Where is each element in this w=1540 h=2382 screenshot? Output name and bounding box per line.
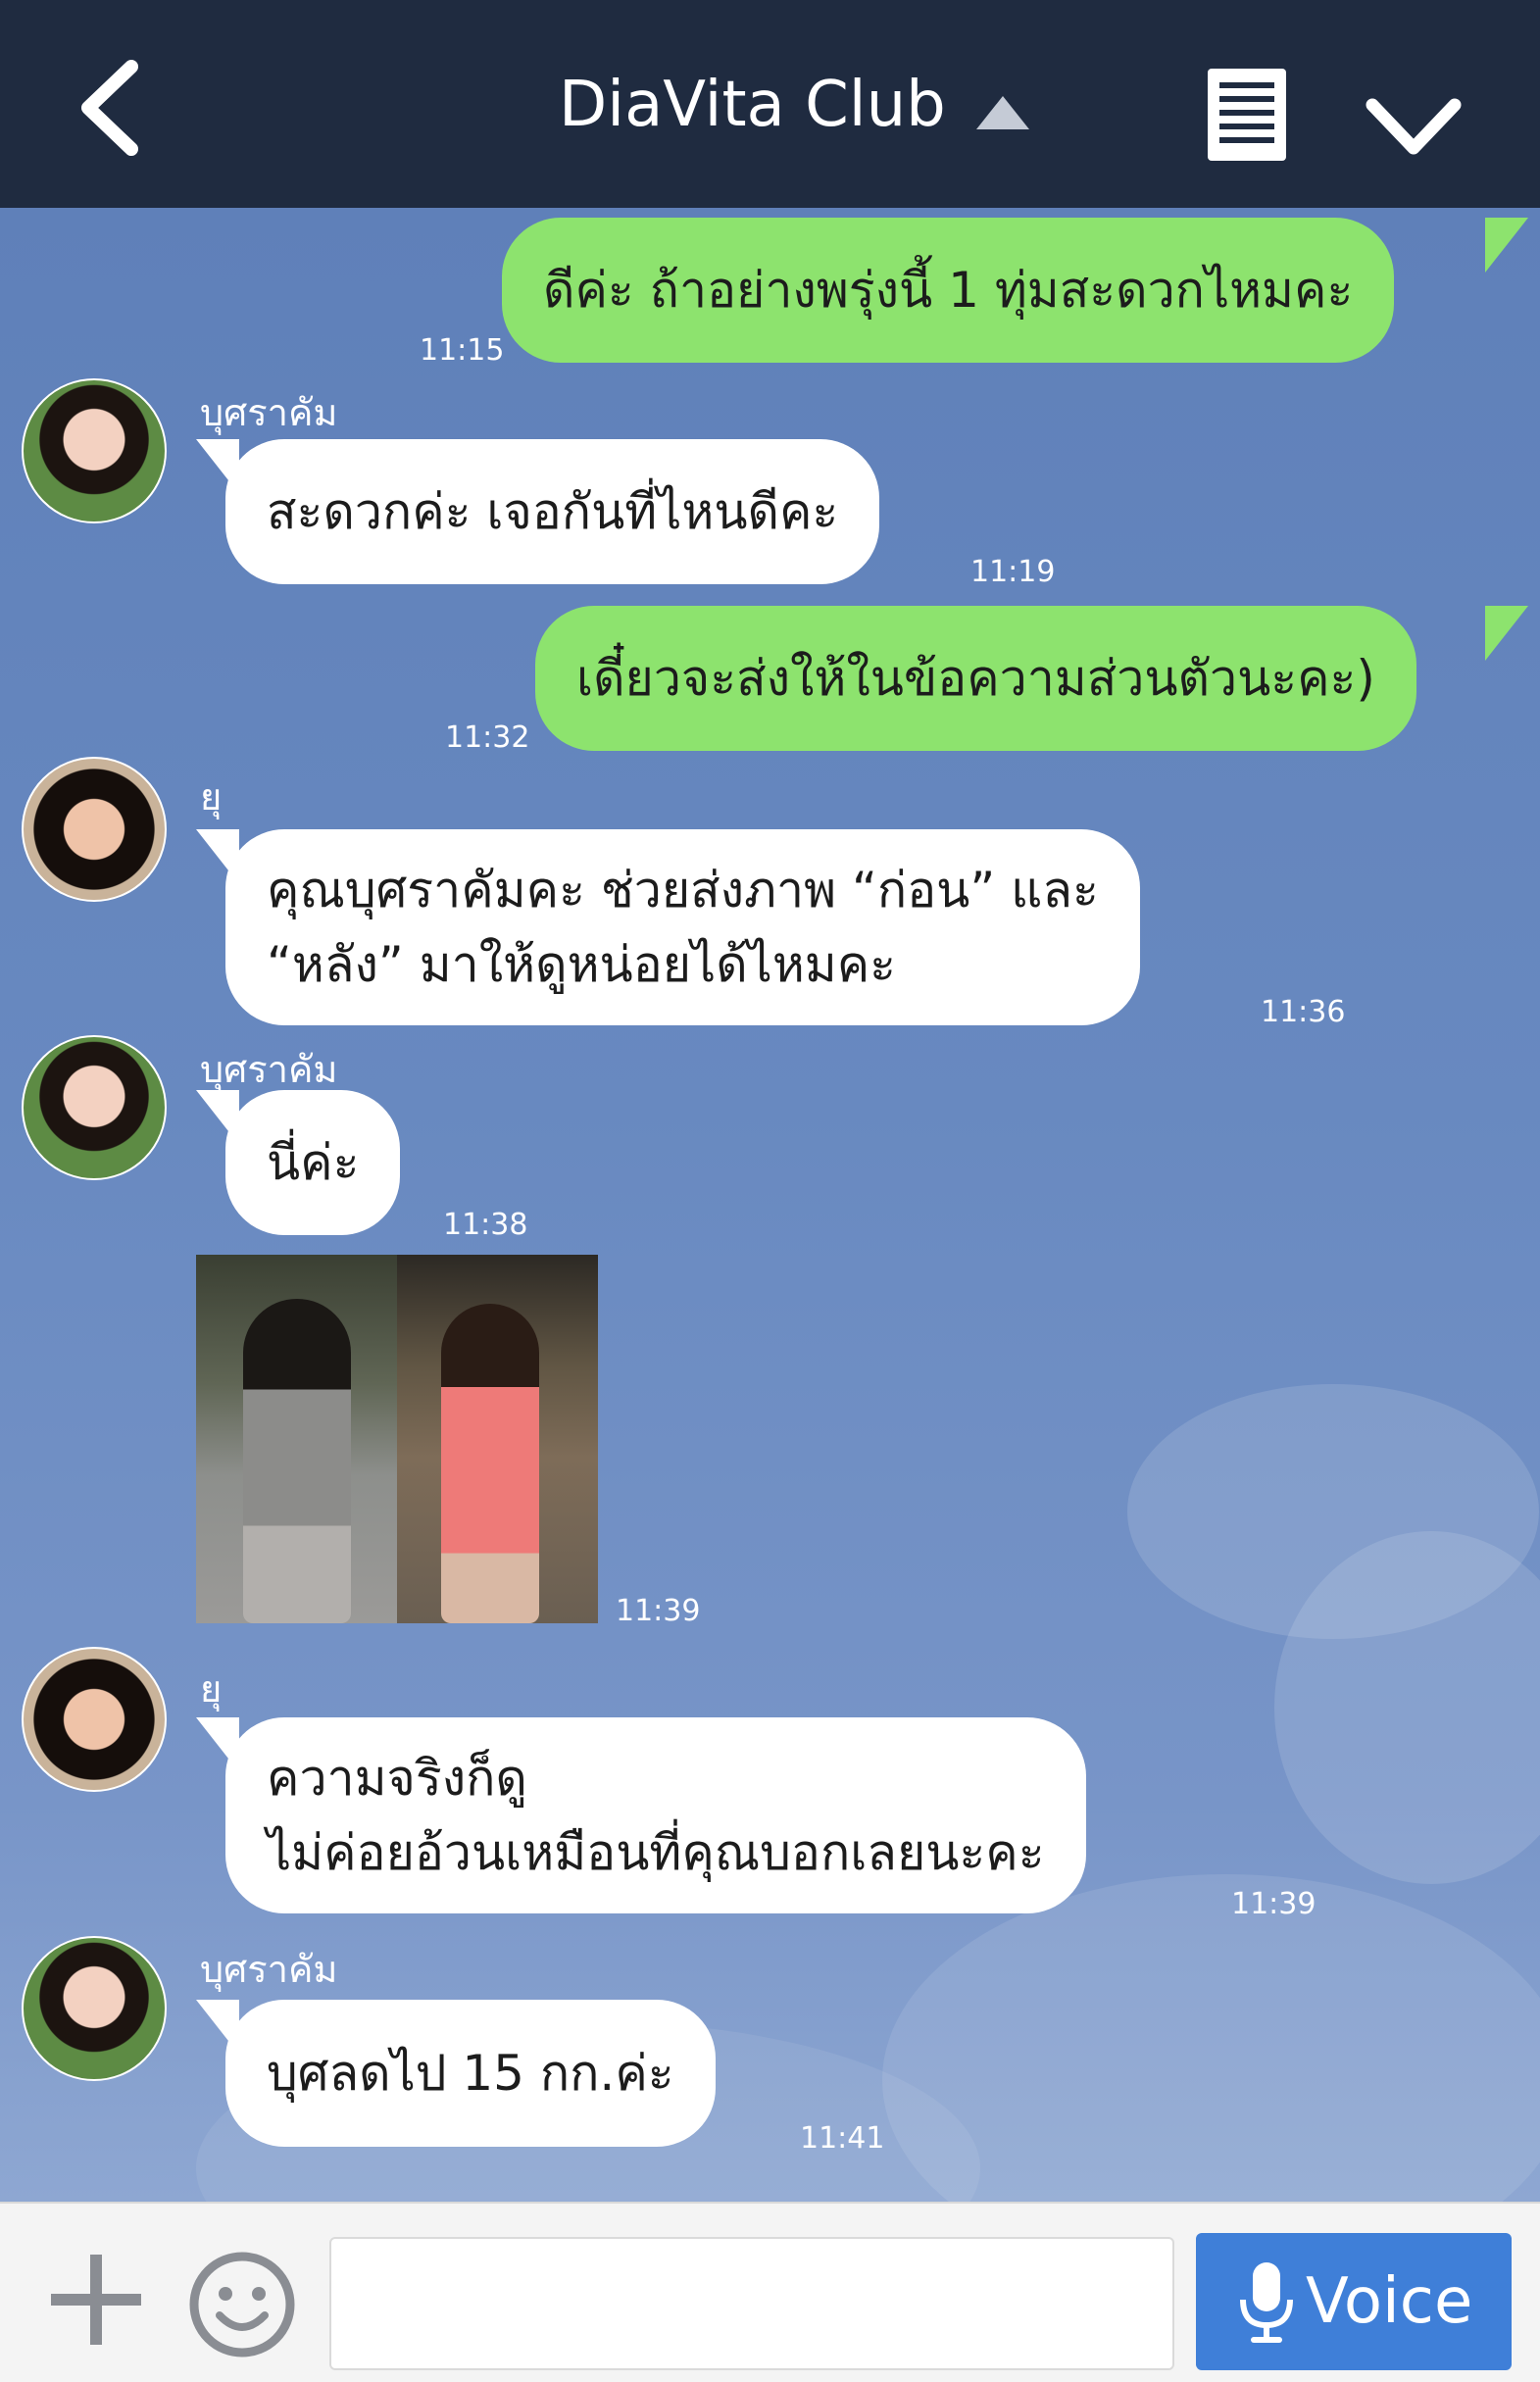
message-input[interactable] <box>329 2237 1174 2370</box>
bubble-tail <box>1485 218 1528 273</box>
outgoing-message[interactable]: ดีค่ะ ถ้าอย่างพรุ่งนี้ 1 ทุ่มสะดวกไหมคะ <box>502 218 1395 363</box>
message-time: 11:41 <box>800 2121 885 2156</box>
chat-title[interactable]: DiaVita Club <box>559 69 946 141</box>
message-text: เดี๋ยวจะส่งให้ในข้อความส่วนตัวนะคะ) <box>576 650 1375 707</box>
message-text-line: ไม่ค่อยอ้วนเหมือนที่คุณบอกเลยนะคะ <box>267 1824 1045 1881</box>
incoming-message[interactable]: คุณบุศราคัมคะ ช่วยส่งภาพ “ก่อน” และ “หลั… <box>225 829 1140 1025</box>
avatar[interactable] <box>22 1035 167 1180</box>
message-time: 11:32 <box>445 720 530 755</box>
title-arrow-up-icon[interactable] <box>976 96 1029 129</box>
avatar[interactable] <box>22 378 167 523</box>
message-text: สะดวกค่ะ เจอกันที่ไหนดีคะ <box>267 483 839 540</box>
avatar[interactable] <box>22 1936 167 2081</box>
message-time: 11:19 <box>970 555 1056 589</box>
message-time: 11:15 <box>420 333 505 368</box>
voice-button[interactable]: Voice <box>1196 2233 1512 2370</box>
message-text: นี่ค่ะ <box>267 1134 360 1191</box>
incoming-message[interactable]: ความจริงก็ดู ไม่ค่อยอ้วนเหมือนที่คุณบอกเ… <box>225 1717 1086 1913</box>
message-text-line: ความจริงก็ดู <box>267 1750 527 1807</box>
sender-name: ยุ <box>200 775 223 819</box>
incoming-message[interactable]: สะดวกค่ะ เจอกันที่ไหนดีคะ <box>225 439 880 584</box>
message-text: ดีค่ะ ถ้าอย่างพรุ่งนี้ 1 ทุ่มสะดวกไหมคะ <box>543 262 1354 319</box>
sender-name: บุศราคัม <box>200 391 338 434</box>
message-time: 11:36 <box>1261 995 1346 1029</box>
incoming-message[interactable]: นี่ค่ะ <box>225 1090 401 1235</box>
before-after-photo[interactable] <box>196 1255 598 1623</box>
chat-app: DiaVita Club ดีค่ะ ถ้าอย่างพรุ่งนี้ 1 ทุ… <box>0 0 1540 2382</box>
person-figure <box>243 1299 351 1623</box>
sender-name: บุศราคัม <box>200 1948 338 1991</box>
smile-icon[interactable] <box>188 2251 296 2358</box>
back-icon[interactable] <box>67 59 155 157</box>
plus-icon[interactable] <box>51 2255 141 2345</box>
voice-label: Voice <box>1306 2265 1473 2338</box>
chevron-down-icon[interactable] <box>1365 93 1463 162</box>
person-figure <box>441 1304 539 1623</box>
mic-icon <box>1240 2262 1293 2343</box>
message-time: 11:39 <box>616 1594 701 1628</box>
message-text-line: “หลัง” มาให้ดูหน่อยได้ไหมคะ <box>267 936 897 993</box>
message-time: 11:38 <box>443 1208 528 1242</box>
message-text-line: คุณบุศราคัมคะ ช่วยส่งภาพ “ก่อน” และ <box>267 862 1099 918</box>
chat-header: DiaVita Club <box>0 0 1540 208</box>
bubble-tail <box>1485 606 1528 661</box>
incoming-message[interactable]: บุศลดไป 15 กก.ค่ะ <box>225 2000 716 2147</box>
notes-icon[interactable] <box>1208 69 1286 161</box>
sender-name: ยุ <box>200 1667 223 1711</box>
avatar[interactable] <box>22 757 167 902</box>
message-input-bar: Voice <box>0 2202 1540 2382</box>
message-text: บุศลดไป 15 กก.ค่ะ <box>267 2045 674 2102</box>
outgoing-message[interactable]: เดี๋ยวจะส่งให้ในข้อความส่วนตัวนะคะ) <box>535 606 1416 751</box>
avatar[interactable] <box>22 1647 167 1792</box>
message-time: 11:39 <box>1231 1887 1316 1921</box>
